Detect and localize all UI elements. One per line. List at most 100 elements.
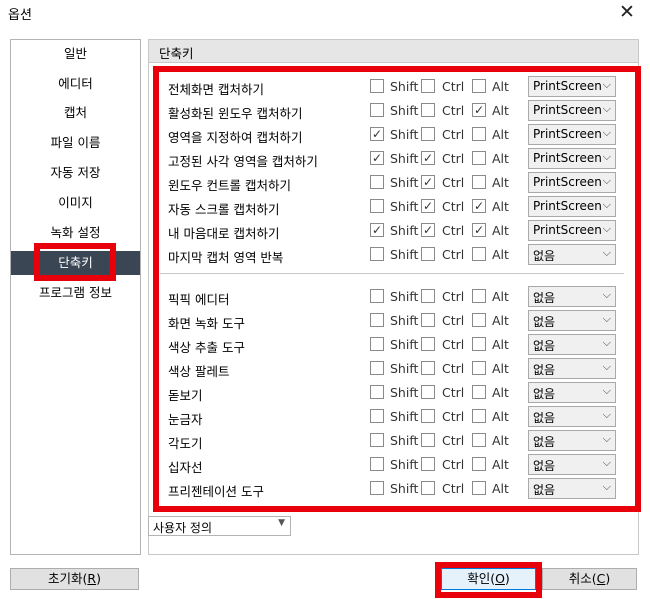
key-select[interactable]: 없음 ⌵ [528, 334, 616, 355]
alt-label: Alt [492, 199, 509, 214]
preset-select[interactable]: 사용자 정의 ▼ [148, 516, 291, 536]
alt-checkbox[interactable] [472, 337, 486, 351]
shortcut-name: 고정된 사각 영역을 캡처하기 [168, 154, 318, 169]
shortcut-row: 눈금자 Shift Ctrl Alt 없음 ⌵ [0, 406, 650, 428]
key-select[interactable]: 없음 ⌵ [528, 454, 616, 475]
ctrl-checkbox[interactable] [421, 103, 435, 117]
alt-checkbox[interactable] [472, 79, 486, 93]
shift-checkbox[interactable] [370, 247, 384, 261]
key-select[interactable]: PrintScreen ⌵ [528, 148, 616, 169]
key-select[interactable]: PrintScreen ⌵ [528, 196, 616, 217]
ctrl-label: Ctrl [442, 481, 465, 496]
shift-label: Shift [390, 223, 419, 238]
key-select[interactable]: PrintScreen ⌵ [528, 100, 616, 121]
shift-checkbox[interactable] [370, 409, 384, 423]
key-select[interactable]: 없음 ⌵ [528, 478, 616, 499]
shift-checkbox[interactable] [370, 313, 384, 327]
ctrl-checkbox[interactable] [421, 409, 435, 423]
ctrl-checkbox[interactable] [421, 127, 435, 141]
chevron-down-icon: ⌵ [602, 198, 611, 211]
alt-checkbox[interactable] [472, 385, 486, 399]
ctrl-checkbox[interactable] [421, 247, 435, 261]
key-select[interactable]: 없음 ⌵ [528, 286, 616, 307]
shift-label: Shift [390, 79, 419, 94]
shift-checkbox[interactable] [370, 199, 384, 213]
cancel-button[interactable]: 취소(C) [542, 568, 637, 590]
key-value: 없음 [533, 291, 556, 305]
shift-checkbox[interactable] [370, 103, 384, 117]
alt-label: Alt [492, 433, 509, 448]
shift-checkbox[interactable]: ✓ [370, 127, 384, 141]
ctrl-checkbox[interactable] [421, 361, 435, 375]
shift-checkbox[interactable] [370, 175, 384, 189]
ctrl-checkbox[interactable]: ✓ [421, 151, 435, 165]
alt-checkbox[interactable] [472, 361, 486, 375]
shift-checkbox[interactable]: ✓ [370, 223, 384, 237]
alt-checkbox[interactable]: ✓ [472, 223, 486, 237]
shift-label: Shift [390, 457, 419, 472]
ctrl-checkbox[interactable]: ✓ [421, 175, 435, 189]
ctrl-label: Ctrl [442, 79, 465, 94]
key-select[interactable]: PrintScreen ⌵ [528, 76, 616, 97]
shortcut-name: 눈금자 [168, 412, 203, 427]
shift-checkbox[interactable] [370, 337, 384, 351]
shift-checkbox[interactable] [370, 79, 384, 93]
alt-checkbox[interactable] [472, 127, 486, 141]
shortcut-name: 내 마음대로 캡처하기 [168, 226, 280, 241]
shift-checkbox[interactable] [370, 433, 384, 447]
ok-button[interactable]: 확인(O) [441, 568, 536, 590]
alt-checkbox[interactable]: ✓ [472, 199, 486, 213]
key-select[interactable]: 없음 ⌵ [528, 244, 616, 265]
alt-checkbox[interactable] [472, 313, 486, 327]
alt-checkbox[interactable] [472, 433, 486, 447]
reset-button[interactable]: 초기화(R) [10, 568, 139, 590]
shift-checkbox[interactable] [370, 361, 384, 375]
key-value: 없음 [533, 315, 556, 329]
key-value: 없음 [533, 339, 556, 353]
alt-checkbox[interactable] [472, 175, 486, 189]
ctrl-checkbox[interactable] [421, 481, 435, 495]
key-select[interactable]: PrintScreen ⌵ [528, 220, 616, 241]
ctrl-checkbox[interactable] [421, 457, 435, 471]
ctrl-checkbox[interactable] [421, 313, 435, 327]
key-value: PrintScreen [533, 199, 602, 213]
alt-checkbox[interactable] [472, 481, 486, 495]
shift-checkbox[interactable] [370, 385, 384, 399]
key-select[interactable]: PrintScreen ⌵ [528, 172, 616, 193]
key-select[interactable]: 없음 ⌵ [528, 358, 616, 379]
ctrl-checkbox[interactable]: ✓ [421, 199, 435, 213]
shift-label: Shift [390, 409, 419, 424]
alt-checkbox[interactable] [472, 289, 486, 303]
shift-checkbox[interactable]: ✓ [370, 151, 384, 165]
ctrl-checkbox[interactable]: ✓ [421, 223, 435, 237]
alt-checkbox[interactable] [472, 151, 486, 165]
key-select[interactable]: 없음 ⌵ [528, 406, 616, 427]
alt-checkbox[interactable] [472, 457, 486, 471]
shift-label: Shift [390, 151, 419, 166]
key-select[interactable]: 없음 ⌵ [528, 382, 616, 403]
ctrl-checkbox[interactable] [421, 385, 435, 399]
alt-checkbox[interactable]: ✓ [472, 103, 486, 117]
shortcut-name: 픽픽 에디터 [168, 292, 230, 307]
key-select[interactable]: PrintScreen ⌵ [528, 124, 616, 145]
alt-label: Alt [492, 337, 509, 352]
shift-label: Shift [390, 433, 419, 448]
shift-label: Shift [390, 337, 419, 352]
nav-item[interactable]: 일반 [11, 42, 140, 66]
shortcut-row: 전체화면 캡처하기 Shift Ctrl Alt PrintScreen ⌵ [0, 76, 650, 98]
ctrl-label: Ctrl [442, 175, 465, 190]
ctrl-checkbox[interactable] [421, 337, 435, 351]
shift-checkbox[interactable] [370, 457, 384, 471]
ctrl-checkbox[interactable] [421, 289, 435, 303]
ctrl-checkbox[interactable] [421, 79, 435, 93]
alt-checkbox[interactable] [472, 409, 486, 423]
key-select[interactable]: 없음 ⌵ [528, 310, 616, 331]
alt-label: Alt [492, 127, 509, 142]
key-select[interactable]: 없음 ⌵ [528, 430, 616, 451]
shift-checkbox[interactable] [370, 289, 384, 303]
alt-label: Alt [492, 289, 509, 304]
ctrl-checkbox[interactable] [421, 433, 435, 447]
alt-checkbox[interactable] [472, 247, 486, 261]
close-icon[interactable]: ✕ [616, 0, 638, 24]
shift-checkbox[interactable] [370, 481, 384, 495]
